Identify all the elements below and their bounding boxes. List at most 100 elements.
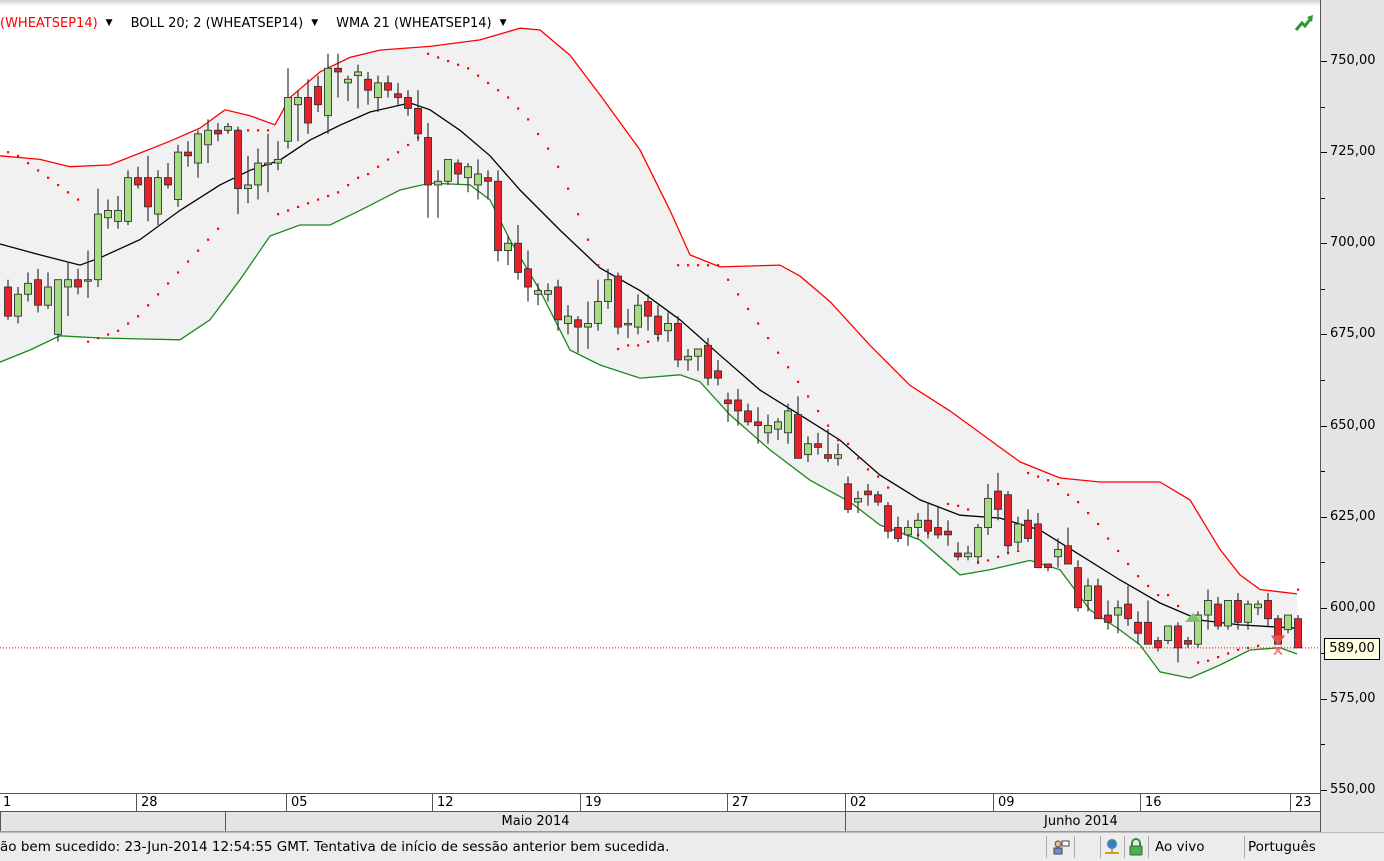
sar-dot [1127, 563, 1130, 566]
candle-body-up [594, 301, 602, 324]
y-minor-tick [1321, 288, 1325, 290]
candle-body-down [1044, 563, 1052, 569]
bollinger-band-fill [0, 28, 1297, 679]
candle-body-down [1264, 600, 1272, 620]
candle-body-up [24, 282, 32, 295]
y-tick [1321, 243, 1327, 245]
sar-dot [517, 107, 520, 110]
candle-body-down [704, 344, 712, 379]
candle-body-down [314, 86, 322, 106]
sar-dot [1087, 511, 1090, 515]
sar-dot [807, 395, 810, 398]
legend-item-price[interactable]: (WHEATSEP14) ▼ [0, 14, 113, 32]
sar-dot [167, 282, 170, 285]
y-tick-label: 750,00 [1330, 53, 1376, 68]
candle-body-up [474, 173, 482, 186]
last-price-label: 589,00 [1324, 638, 1380, 660]
candle-body-up [354, 71, 362, 77]
candle-body-down [724, 399, 732, 405]
sar-dot [847, 442, 850, 445]
sar-dot [1257, 644, 1260, 647]
candle-body-up [444, 158, 452, 182]
y-minor-tick [1321, 379, 1325, 381]
candle-body-up [1054, 548, 1062, 558]
candle-body-down [394, 93, 402, 98]
candle-body-up [244, 184, 252, 190]
candle-body-up [54, 279, 62, 335]
sar-dot [797, 380, 800, 383]
sar-dot [217, 227, 220, 230]
y-tick [1321, 516, 1327, 518]
sar-dot [1167, 593, 1170, 597]
candle-body-up [1244, 603, 1252, 623]
candle-body-down [844, 483, 852, 510]
language-selector[interactable]: Português [1248, 839, 1316, 855]
candle [1294, 615, 1302, 649]
network-globe-icon[interactable] [1103, 838, 1121, 856]
candle-body-down [164, 177, 172, 186]
legend-item-wma[interactable]: WMA 21 (WHEATSEP14) ▼ [336, 14, 506, 32]
trend-arrow-icon[interactable] [1294, 14, 1314, 32]
sar-dot [497, 89, 500, 92]
dropdown-arrow-icon[interactable]: ▼ [500, 18, 507, 28]
band-area [0, 28, 1297, 679]
sar-dot [1107, 537, 1110, 540]
candle-body-up [194, 133, 202, 164]
candle [674, 316, 682, 368]
sar-dot [387, 158, 390, 161]
y-tick [1321, 61, 1327, 62]
candle-body-down [874, 494, 882, 503]
legend-label: (WHEATSEP14) [0, 15, 98, 31]
dropdown-arrow-icon[interactable]: ▼ [311, 18, 318, 28]
candle-body-down [424, 137, 432, 186]
candle-body-down [1174, 625, 1182, 649]
sar-dot [567, 187, 570, 190]
candle-body-up [204, 129, 212, 146]
candle-body-up [664, 322, 672, 332]
price-axis[interactable]: 550,00 575,00 600,00 625,00 650,00 675,00 700,… [1320, 0, 1384, 832]
dropdown-arrow-icon[interactable]: ▼ [106, 18, 113, 28]
month-label [0, 812, 225, 831]
candle-body-up [854, 497, 862, 503]
y-tick-label: 725,00 [1330, 144, 1376, 160]
sar-dot [647, 340, 650, 343]
candle [54, 279, 62, 342]
candle [424, 122, 432, 218]
candle-body-up [964, 552, 972, 558]
sar-dot [1197, 661, 1200, 664]
candle-body-up [1254, 603, 1262, 609]
candle-body-up [804, 443, 812, 456]
sar-dot [197, 249, 200, 252]
date-label: 1 [0, 794, 136, 812]
sar-dot [997, 555, 1000, 558]
candle-body-up [974, 527, 982, 558]
candle-body-down [1034, 523, 1042, 569]
legend-item-bollinger[interactable]: BOLL 20; 2 (WHEATSEP14) ▼ [131, 14, 319, 32]
status-message: ão bem sucedido: 23-Jun-2014 12:54:55 GM… [0, 839, 670, 855]
candle [1224, 600, 1232, 630]
y-minor-tick [1321, 106, 1325, 108]
candle-body-down [1094, 585, 1102, 620]
candle-body-up [604, 279, 612, 303]
candle-body-up [224, 126, 232, 131]
candle-body-down [994, 490, 1002, 510]
candle-body-up [634, 304, 642, 328]
candle-body-up [174, 151, 182, 200]
legend-label: BOLL 20; 2 (WHEATSEP14) [130, 15, 304, 31]
candle-body-down [404, 96, 412, 109]
sar-dot [67, 191, 70, 194]
candle-body-up [274, 158, 282, 164]
candle-body-up [1014, 523, 1022, 543]
sar-dot [707, 264, 710, 267]
lock-icon[interactable] [1127, 838, 1145, 856]
date-label: 27 [727, 794, 845, 812]
sar-dot [37, 169, 40, 172]
candle-body-down [1104, 614, 1112, 623]
users-chat-icon[interactable] [1052, 838, 1070, 856]
sar-dot [947, 502, 950, 506]
candle-body-down [654, 315, 662, 335]
price-chart[interactable] [0, 0, 1320, 793]
sar-dot [7, 151, 10, 154]
separator [1124, 836, 1125, 858]
date-axis[interactable]: 1 28 05 12 19 27 02 09 16 23 [0, 793, 1320, 812]
